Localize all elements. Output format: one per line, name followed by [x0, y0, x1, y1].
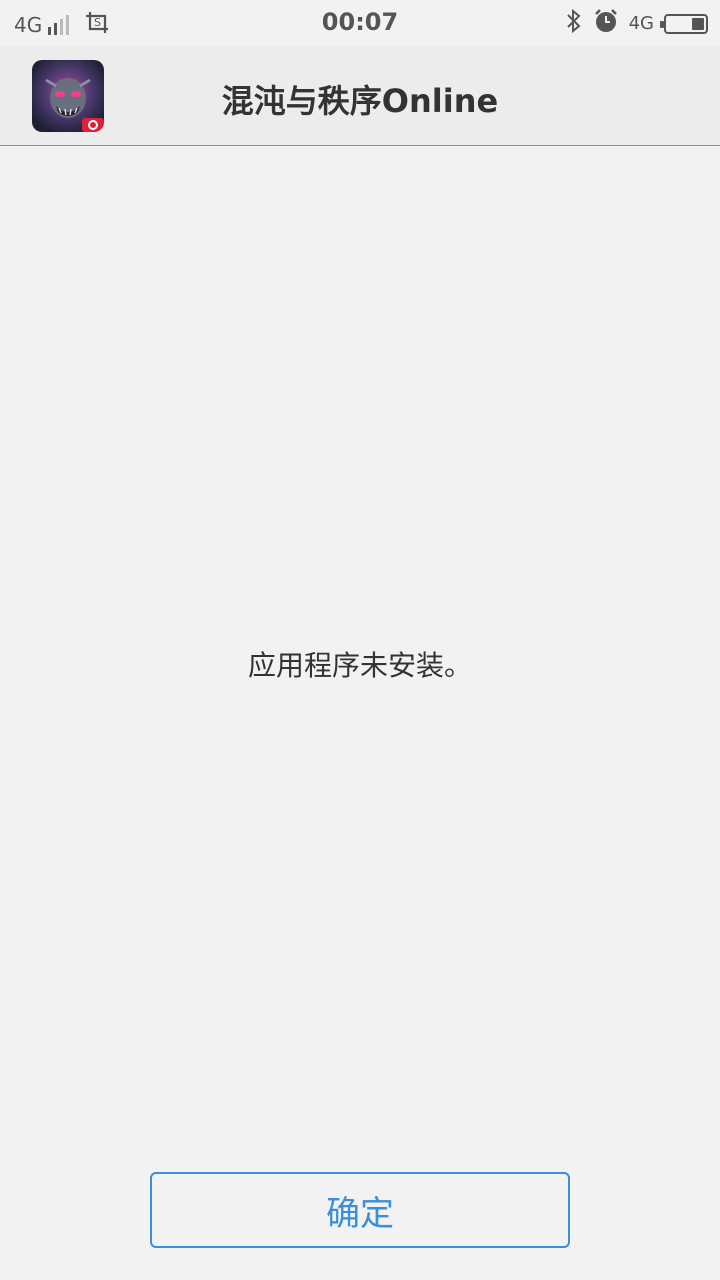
status-bar: 4G S 00:07 4G: [0, 0, 720, 46]
not-installed-message: 应用程序未安装。: [247, 649, 472, 682]
alarm-icon: [593, 8, 619, 39]
header: 混沌与秩序Online: [0, 46, 720, 146]
battery-icon: [660, 13, 708, 34]
status-right: 4G: [565, 8, 708, 39]
confirm-button[interactable]: 确定: [150, 1172, 570, 1248]
network-type-right: 4G: [628, 13, 654, 34]
app-title: 混沌与秩序Online: [221, 82, 499, 120]
bluetooth-icon: [565, 8, 583, 39]
